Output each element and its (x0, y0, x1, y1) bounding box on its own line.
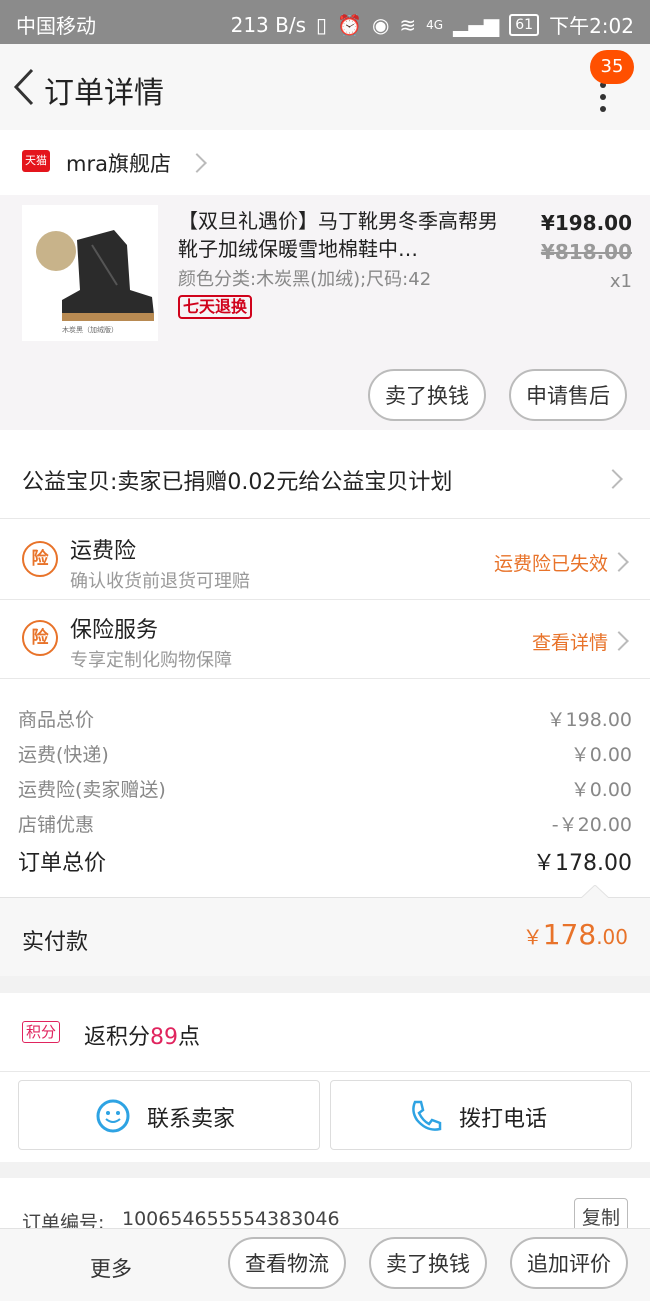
return-policy-tag: 七天退换 (178, 295, 253, 319)
insurance-status: 运费险已失效 (493, 553, 608, 575)
contact-seller-button[interactable]: 联系卖家 (18, 1080, 320, 1150)
insurance-subtitle: 专享定制化购物保障 (70, 650, 232, 671)
product-image[interactable]: 木炭黑（加绒版） (22, 205, 158, 341)
fee-label: 商品总价 (18, 709, 95, 731)
fee-label: 店铺优惠 (18, 814, 95, 836)
order-total-value: ￥178.00 (533, 851, 632, 876)
network-type: 4G (426, 17, 444, 32)
paid-label: 实付款 (22, 930, 89, 955)
boot-image (36, 230, 154, 321)
order-number: 100654655554383046 (122, 1208, 340, 1230)
insurance-icon: 险 (22, 541, 58, 577)
product-title: 【双旦礼遇价】马丁靴男冬季高帮男靴子加绒保暖雪地棉鞋中… (178, 209, 498, 261)
fee-label: 运费险(卖家赠送) (18, 779, 166, 801)
paid-row: 实付款 ￥178.00 (0, 898, 650, 976)
clock: 下午2:02 (549, 14, 634, 38)
insurance-subtitle: 确认收货前退货可理赔 (70, 571, 250, 592)
fee-value: ￥0.00 (570, 779, 632, 801)
product-quantity: x1 (609, 271, 632, 292)
tmall-icon: 天猫 (22, 150, 50, 172)
alarm-icon: ⏰ (337, 12, 362, 37)
insurance-title: 运费险 (70, 539, 137, 564)
points-value: 89 (150, 1025, 179, 1050)
fee-value: ￥198.00 (546, 709, 632, 731)
more-menu-button[interactable] (596, 82, 616, 132)
insurance-icon: 险 (22, 620, 58, 656)
product-sku: 颜色分类:木炭黑(加绒);尺码:42 (178, 269, 432, 290)
product-card[interactable]: 木炭黑（加绒版） 【双旦礼遇价】马丁靴男冬季高帮男靴子加绒保暖雪地棉鞋中… 颜色… (0, 195, 650, 430)
pointer-notch (580, 885, 610, 899)
contact-seller-label: 联系卖家 (147, 1107, 236, 1132)
order-total-label: 订单总价 (18, 851, 107, 876)
paid-amount: ￥178.00 (523, 918, 628, 951)
points-row: 积分 返积分89点 (0, 993, 650, 1072)
insurance-title: 保险服务 (70, 618, 159, 643)
back-arrow-icon (13, 68, 34, 106)
store-row[interactable]: 天猫 mra旗舰店 (0, 130, 650, 195)
paid-decimal: .00 (596, 925, 628, 949)
charity-row[interactable]: 公益宝贝:卖家已捐赠0.02元给公益宝贝计划 (0, 430, 650, 519)
paid-integer: 178 (542, 918, 597, 951)
sell-button[interactable]: 卖了换钱 (368, 369, 486, 421)
nav-bar: 订单详情 35 (0, 44, 650, 130)
insurance-details-link[interactable]: 查看详情 (532, 628, 608, 655)
image-caption: 木炭黑（加绒版） (62, 326, 118, 334)
network-speed: 213 B/s (230, 12, 307, 37)
chevron-right-icon (187, 153, 207, 173)
contact-section: 联系卖家 拨打电话 (0, 1072, 650, 1162)
notification-badge: 35 (590, 50, 634, 84)
insurance-service-row[interactable]: 险 保险服务 专享定制化购物保障 查看详情 (0, 600, 650, 679)
wifi-icon: ≋ (399, 12, 417, 37)
bottom-action-bar: 更多 查看物流 卖了换钱 追加评价 (0, 1228, 650, 1301)
fee-summary: 商品总价 ￥198.00 运费(快递) ￥0.00 运费险(卖家赠送) ￥0.0… (0, 679, 650, 899)
page-title: 订单详情 (44, 76, 164, 111)
battery-icon: 61 (509, 13, 540, 36)
product-price: ¥198.00 (540, 211, 632, 235)
status-icons: 213 B/s ▯ ⏰ ◉ ≋ 4G ▂▄▆ 61 下午2:02 (231, 10, 634, 39)
points-suffix: 点 (178, 1025, 201, 1050)
vibrate-icon: ▯ (316, 12, 328, 37)
eye-icon: ◉ (371, 12, 390, 37)
chevron-right-icon (609, 631, 629, 651)
fee-value: ￥0.00 (570, 744, 632, 766)
back-button[interactable] (6, 62, 46, 112)
points-text: 返积分89点 (84, 1019, 200, 1051)
paid-currency: ￥ (522, 925, 543, 949)
chevron-right-icon (609, 552, 629, 572)
fee-label: 运费(快递) (18, 744, 109, 766)
call-phone-label: 拨打电话 (459, 1107, 548, 1132)
signal-icon: ▂▄▆ (453, 12, 500, 37)
carrier-label: 中国移动 (16, 14, 96, 38)
points-badge: 积分 (22, 1021, 61, 1043)
charity-text: 公益宝贝:卖家已捐赠0.02元给公益宝贝计划 (22, 470, 453, 495)
points-prefix: 返积分 (84, 1025, 151, 1050)
shipping-insurance-row[interactable]: 险 运费险 确认收货前退货可理赔 运费险已失效 (0, 519, 650, 600)
add-review-button[interactable]: 追加评价 (510, 1237, 628, 1289)
chat-icon (96, 1099, 130, 1133)
original-price: ¥818.00 (540, 240, 632, 264)
phone-icon (412, 1100, 442, 1131)
status-bar: 中国移动 213 B/s ▯ ⏰ ◉ ≋ 4G ▂▄▆ 61 下午2:02 (0, 0, 650, 44)
view-logistics-button[interactable]: 查看物流 (228, 1237, 346, 1289)
sell-for-cash-button[interactable]: 卖了换钱 (369, 1237, 487, 1289)
after-sale-button[interactable]: 申请售后 (509, 369, 627, 421)
store-name: mra旗舰店 (66, 152, 171, 176)
fee-value: -￥20.00 (551, 814, 632, 836)
chevron-right-icon (603, 469, 623, 489)
call-phone-button[interactable]: 拨打电话 (330, 1080, 632, 1150)
more-button[interactable]: 更多 (90, 1253, 132, 1283)
